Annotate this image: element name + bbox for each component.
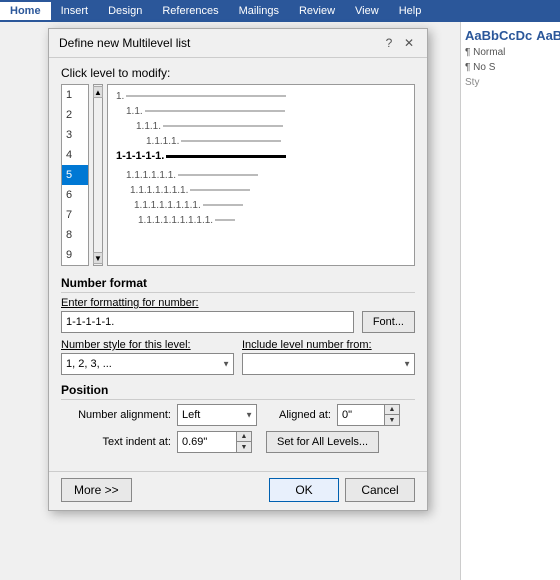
number-format-section: Number format Enter formatting for numbe… (61, 276, 415, 375)
tab-view[interactable]: View (345, 2, 389, 20)
enter-formatting-label: Enter formatting for number: (61, 297, 415, 309)
tab-help[interactable]: Help (389, 2, 432, 20)
dialog-define-multilevel: Define new Multilevel list ? ✕ Click lev… (48, 28, 428, 511)
style-sidebar: AaBbCcDc AaBb ¶ Normal ¶ No S Sty (460, 22, 560, 580)
preview-line-4: 1.1.1.1. (116, 134, 406, 149)
text-indent-spinner: ▲ ▼ (177, 431, 252, 453)
number-alignment-label: Number alignment: (61, 409, 171, 421)
include-level-label: Include level number from: (242, 339, 415, 351)
preview-line-9: 1.1.1.1.1.1.1.1.1. (116, 213, 406, 228)
cancel-button[interactable]: Cancel (345, 478, 415, 502)
aligned-at-down-btn[interactable]: ▼ (385, 415, 399, 425)
preview-line-8: 1.1.1.1.1.1.1.1. (116, 198, 406, 213)
style-no: ¶ No S (465, 62, 556, 73)
scroll-down-btn[interactable]: ▼ (93, 252, 103, 264)
preview-line-1: 1. (116, 89, 406, 104)
text-indent-input[interactable] (177, 431, 237, 453)
number-style-select[interactable]: 1, 2, 3, ... (61, 353, 234, 375)
set-all-levels-button[interactable]: Set for All Levels... (266, 431, 379, 453)
include-level-group: Include level number from: (242, 339, 415, 375)
text-indent-label: Text indent at: (61, 436, 171, 448)
level-8[interactable]: 8 (62, 225, 88, 245)
dialog-body: Click level to modify: 1 2 3 4 5 6 7 8 9… (49, 58, 427, 471)
number-style-select-wrapper[interactable]: 1, 2, 3, ... (61, 353, 234, 375)
ribbon: Home Insert Design References Mailings R… (0, 0, 560, 22)
position-section: Position Number alignment: Left Center R… (61, 383, 415, 453)
text-indent-up-btn[interactable]: ▲ (237, 432, 251, 442)
aligned-at-label: Aligned at: (279, 409, 331, 421)
level-1[interactable]: 1 (62, 85, 88, 105)
level-5[interactable]: 5 (62, 165, 88, 185)
text-indent-down-btn[interactable]: ▼ (237, 442, 251, 452)
level-scrollbar[interactable]: ▲ ▼ (93, 84, 103, 266)
style-normal: ¶ Normal (465, 47, 556, 58)
preview-line-2: 1.1. (116, 104, 406, 119)
level-preview-container: 1 2 3 4 5 6 7 8 9 ▲ ▼ 1. 1.1. (61, 84, 415, 266)
formatting-input[interactable] (61, 311, 354, 333)
titlebar-controls: ? ✕ (381, 35, 417, 51)
click-level-label: Click level to modify: (61, 66, 415, 80)
dialog-buttons: More >> OK Cancel (49, 471, 427, 510)
level-numbers-list: 1 2 3 4 5 6 7 8 9 (61, 84, 89, 266)
style-sty-label: Sty (465, 77, 556, 88)
font-button[interactable]: Font... (362, 311, 415, 333)
style-preview-1: AaBbCcDc (465, 28, 532, 43)
number-alignment-row: Number alignment: Left Center Right Alig… (61, 404, 415, 426)
level-4[interactable]: 4 (62, 145, 88, 165)
dialog-title: Define new Multilevel list (59, 36, 190, 50)
include-level-select[interactable] (242, 353, 415, 375)
text-indent-spin-btns: ▲ ▼ (237, 431, 252, 453)
number-style-group: Number style for this level: 1, 2, 3, ..… (61, 339, 234, 375)
level-3[interactable]: 3 (62, 125, 88, 145)
tab-mailings[interactable]: Mailings (229, 2, 289, 20)
number-style-label: Number style for this level: (61, 339, 234, 351)
help-button[interactable]: ? (381, 35, 397, 51)
close-button[interactable]: ✕ (401, 35, 417, 51)
level-6[interactable]: 6 (62, 185, 88, 205)
position-title: Position (61, 383, 415, 400)
aligned-at-spinner: ▲ ▼ (337, 404, 400, 426)
level-preview-area: 1. 1.1. 1.1.1. 1.1.1.1. 1-1-1-1-1. 1.1.1… (107, 84, 415, 266)
preview-line-6: 1.1.1.1.1.1. (116, 168, 406, 183)
more-button[interactable]: More >> (61, 478, 132, 502)
tab-review[interactable]: Review (289, 2, 345, 20)
right-buttons: OK Cancel (269, 478, 415, 502)
level-9[interactable]: 9 (62, 245, 88, 265)
aligned-at-input[interactable] (337, 404, 385, 426)
scroll-up-btn[interactable]: ▲ (93, 86, 103, 98)
preview-line-5-selected: 1-1-1-1-1. (116, 149, 406, 164)
tab-home[interactable]: Home (0, 2, 51, 20)
level-7[interactable]: 7 (62, 205, 88, 225)
dialog-titlebar: Define new Multilevel list ? ✕ (49, 29, 427, 58)
aligned-at-spin-btns: ▲ ▼ (385, 404, 400, 426)
aligned-at-up-btn[interactable]: ▲ (385, 405, 399, 415)
style-preview-2: AaBb (536, 28, 560, 43)
style-level-row: Number style for this level: 1, 2, 3, ..… (61, 339, 415, 375)
preview-line-3: 1.1.1. (116, 119, 406, 134)
set-all-levels-wrapper: Set for All Levels... (266, 431, 379, 453)
include-level-select-wrapper[interactable] (242, 353, 415, 375)
number-format-title: Number format (61, 276, 415, 293)
formatting-row: Font... (61, 311, 415, 333)
number-alignment-select-wrapper[interactable]: Left Center Right (177, 404, 257, 426)
text-indent-row: Text indent at: ▲ ▼ Set for All Levels..… (61, 431, 415, 453)
preview-line-7: 1.1.1.1.1.1.1. (116, 183, 406, 198)
ok-button[interactable]: OK (269, 478, 339, 502)
number-alignment-select[interactable]: Left Center Right (177, 404, 257, 426)
tab-references[interactable]: References (152, 2, 228, 20)
tab-design[interactable]: Design (98, 2, 152, 20)
level-2[interactable]: 2 (62, 105, 88, 125)
tab-insert[interactable]: Insert (51, 2, 99, 20)
